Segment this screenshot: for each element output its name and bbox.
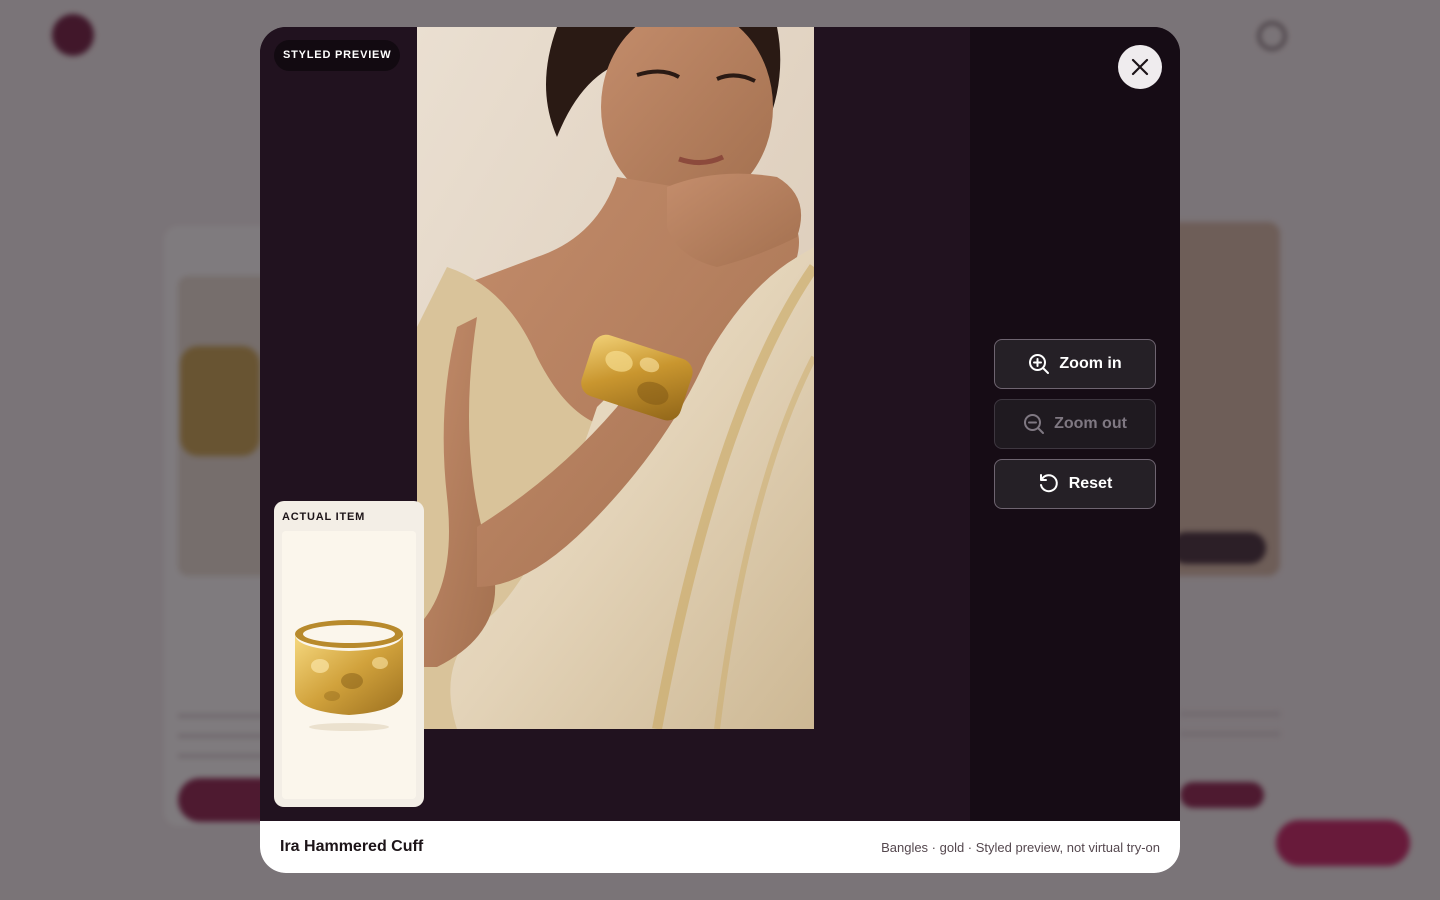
modal-footer: Ira Hammered Cuff Bangles · gold · Style… (260, 821, 1180, 873)
zoom-in-button[interactable]: Zoom in (994, 339, 1156, 389)
zoom-out-icon (1024, 414, 1045, 434)
close-icon (1131, 58, 1149, 76)
actual-item-panel: ACTUAL ITEM (274, 501, 424, 807)
zoom-in-icon (1029, 354, 1050, 374)
reset-icon (1039, 474, 1058, 493)
reset-button[interactable]: Reset (994, 459, 1156, 509)
styled-preview-badge: STYLED PREVIEW (274, 40, 401, 71)
zoom-out-label: Zoom out (1054, 415, 1127, 432)
cuff-illustration (282, 531, 416, 799)
actual-item-label: ACTUAL ITEM (282, 511, 366, 523)
zoom-out-button[interactable]: Zoom out (994, 399, 1156, 449)
styled-preview-illustration (417, 27, 814, 729)
actual-item-image (282, 531, 416, 799)
product-meta: Bangles · gold · Styled preview, not vir… (881, 839, 1160, 855)
styled-preview-modal: STYLED PREVIEW ACTUAL ITEM Zoom in Zoom … (260, 27, 1180, 873)
close-button[interactable] (1118, 45, 1162, 89)
zoom-in-label: Zoom in (1059, 355, 1122, 372)
styled-preview-image[interactable] (417, 27, 814, 729)
product-name: Ira Hammered Cuff (280, 838, 424, 855)
reset-label: Reset (1068, 475, 1113, 492)
